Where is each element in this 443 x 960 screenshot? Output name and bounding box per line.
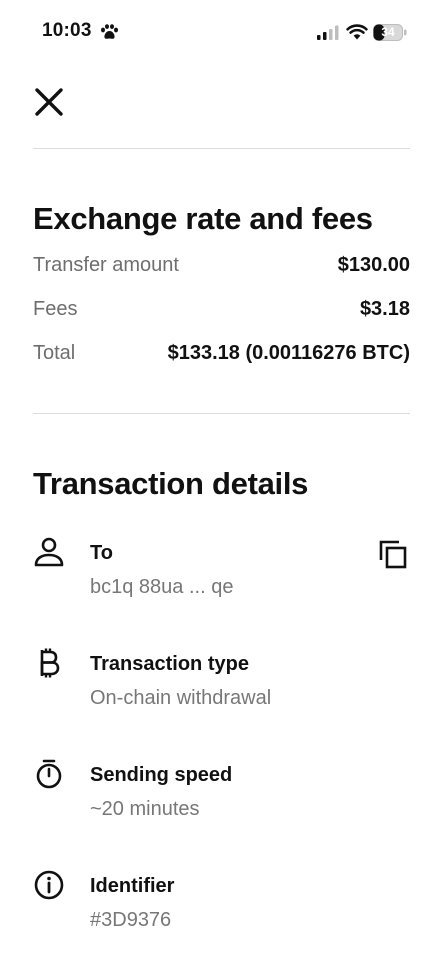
- fees-section-title: Exchange rate and fees: [33, 201, 373, 236]
- sending-speed-value: ~20 minutes: [90, 798, 200, 820]
- divider: [33, 413, 410, 414]
- divider: [33, 148, 410, 149]
- stopwatch-icon: [36, 759, 62, 789]
- to-address: bc1q 88ua ... qe: [90, 576, 234, 598]
- cellular-signal-icon: [317, 25, 339, 40]
- fees-label: Fees: [33, 298, 78, 320]
- person-icon: [34, 537, 64, 567]
- transaction-type-value: On-chain withdrawal: [90, 687, 272, 709]
- paw-icon: [101, 24, 118, 39]
- bitcoin-icon: [40, 648, 60, 678]
- wifi-icon: [346, 24, 368, 40]
- fees-value: $3.18: [359, 298, 410, 320]
- status-time: 10:03: [42, 20, 92, 41]
- sending-speed-label: Sending speed: [90, 764, 233, 786]
- identifier-value: #3D9376: [90, 909, 172, 931]
- identifier-label: Identifier: [90, 875, 175, 897]
- close-icon[interactable]: [33, 86, 65, 118]
- to-label: To: [90, 542, 113, 564]
- info-icon: [34, 870, 64, 900]
- details-section-title: Transaction details: [33, 466, 309, 501]
- total-label: Total: [33, 342, 76, 364]
- total-value: $133.18 (0.00116276 BTC): [167, 342, 410, 364]
- transfer-amount-label: Transfer amount: [33, 254, 179, 276]
- transfer-amount-value: $130.00: [337, 254, 410, 276]
- battery-level: 34: [381, 25, 395, 39]
- copy-icon[interactable]: [377, 538, 409, 570]
- transaction-type-label: Transaction type: [90, 653, 249, 675]
